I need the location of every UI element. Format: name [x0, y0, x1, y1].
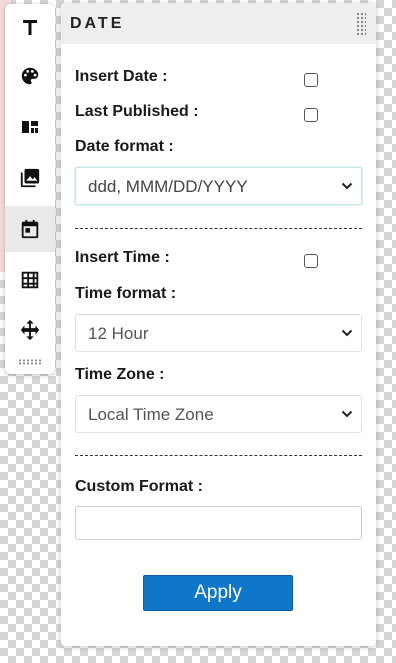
move-tool[interactable] — [5, 307, 55, 353]
image-tool[interactable] — [5, 155, 55, 201]
palette-tool[interactable] — [5, 53, 55, 99]
time-zone-value: Local Time Zone — [88, 405, 214, 424]
move-icon — [20, 319, 40, 341]
last-published-checkbox[interactable] — [304, 108, 318, 122]
panel-drag-handle[interactable] — [356, 12, 366, 36]
date-format-value: ddd, MMM/DD/YYYY — [88, 177, 248, 196]
insert-date-checkbox[interactable] — [304, 73, 318, 87]
chevron-down-icon — [341, 182, 353, 190]
insert-time-label: Insert Time : — [75, 249, 170, 266]
text-icon — [23, 20, 37, 35]
panel-title: DATE — [70, 15, 125, 32]
time-format-label: Time format : — [75, 285, 177, 302]
custom-format-input[interactable] — [75, 506, 362, 540]
apply-button[interactable]: Apply — [143, 575, 293, 611]
section-divider — [75, 455, 362, 456]
insert-date-label: Insert Date : — [75, 68, 168, 85]
date-tool[interactable] — [5, 206, 55, 252]
time-format-select[interactable]: 12 Hour — [75, 314, 362, 352]
layout-tool[interactable] — [5, 104, 55, 150]
chevron-down-icon — [341, 410, 353, 418]
chevron-down-icon — [341, 329, 353, 337]
insert-time-checkbox[interactable] — [304, 254, 318, 268]
table-tool[interactable] — [5, 257, 55, 303]
last-published-label: Last Published : — [75, 103, 199, 120]
section-divider — [75, 228, 362, 229]
palette-icon — [21, 67, 39, 85]
date-panel: DATE Insert Date : Last Published : Date… — [61, 3, 376, 646]
panel-header: DATE — [61, 3, 376, 44]
calendar-icon — [21, 219, 39, 239]
time-zone-select[interactable]: Local Time Zone — [75, 395, 362, 433]
text-tool[interactable] — [5, 4, 55, 50]
toolbar — [5, 4, 55, 374]
image-icon — [20, 168, 40, 188]
layout-icon — [22, 121, 38, 133]
toolbar-drag-handle[interactable] — [18, 359, 42, 365]
date-format-label: Date format : — [75, 138, 174, 155]
time-zone-label: Time Zone : — [75, 366, 165, 383]
date-format-select[interactable]: ddd, MMM/DD/YYYY — [75, 167, 362, 205]
time-format-value: 12 Hour — [88, 324, 149, 343]
table-icon — [21, 271, 39, 289]
custom-format-label: Custom Format : — [75, 478, 203, 495]
